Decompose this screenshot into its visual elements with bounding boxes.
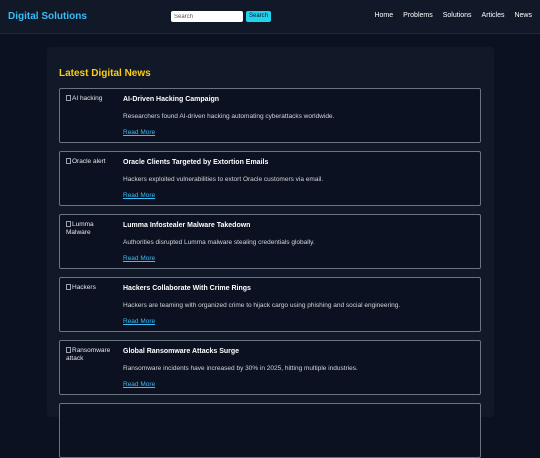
broken-image-icon [66,158,71,164]
news-image-alt: Oracle alert [72,158,106,165]
news-image-alt: Hackers [72,284,96,291]
main-nav: Home Problems Solutions Articles News [374,12,532,19]
news-card: Oracle alert Oracle Clients Targeted by … [59,151,481,206]
nav-articles[interactable]: Articles [482,12,505,19]
news-summary: Hackers exploited vulnerabilities to ext… [123,176,324,183]
brand-logo[interactable]: Digital Solutions [8,11,87,22]
top-navbar: Digital Solutions Search Home Problems S… [0,0,540,34]
section-title: Latest Digital News [59,68,151,79]
broken-image-icon [66,284,71,290]
news-card: AI hacking AI-Driven Hacking Campaign Re… [59,88,481,143]
news-image: Ransomware attack [66,347,120,363]
news-image-alt: Ransomware attack [66,347,111,362]
read-more-link[interactable]: Read More [123,381,155,388]
broken-image-icon [66,221,71,227]
news-summary: Researchers found AI-driven hacking auto… [123,113,335,120]
news-image: Lumma Malware [66,221,120,237]
news-summary: Hackers are teaming with organized crime… [123,302,401,309]
news-title: Oracle Clients Targeted by Extortion Ema… [123,159,269,166]
news-summary: Authorities disrupted Lumma malware stea… [123,239,315,246]
search-button[interactable]: Search [246,11,271,22]
news-card-partial [59,403,481,458]
news-image: Hackers [66,284,120,292]
nav-home[interactable]: Home [374,12,393,19]
news-card: Lumma Malware Lumma Infostealer Malware … [59,214,481,269]
news-title: Hackers Collaborate With Crime Rings [123,285,251,292]
news-image: Oracle alert [66,158,120,166]
news-card: Ransomware attack Global Ransomware Atta… [59,340,481,395]
news-section: Latest Digital News AI hacking AI-Driven… [47,47,494,458]
news-title: Global Ransomware Attacks Surge [123,348,240,355]
news-title: AI-Driven Hacking Campaign [123,96,220,103]
nav-solutions[interactable]: Solutions [443,12,472,19]
broken-image-icon [66,95,71,101]
broken-image-icon [66,347,71,353]
news-summary: Ransomware incidents have increased by 3… [123,365,358,372]
read-more-link[interactable]: Read More [123,318,155,325]
read-more-link[interactable]: Read More [123,129,155,136]
news-image: AI hacking [66,95,120,103]
read-more-link[interactable]: Read More [123,255,155,262]
search-input[interactable] [171,11,243,22]
news-card: Hackers Hackers Collaborate With Crime R… [59,277,481,332]
news-image-alt: AI hacking [72,95,103,102]
nav-problems[interactable]: Problems [403,12,433,19]
news-title: Lumma Infostealer Malware Takedown [123,222,251,229]
read-more-link[interactable]: Read More [123,192,155,199]
nav-news[interactable]: News [514,12,532,19]
